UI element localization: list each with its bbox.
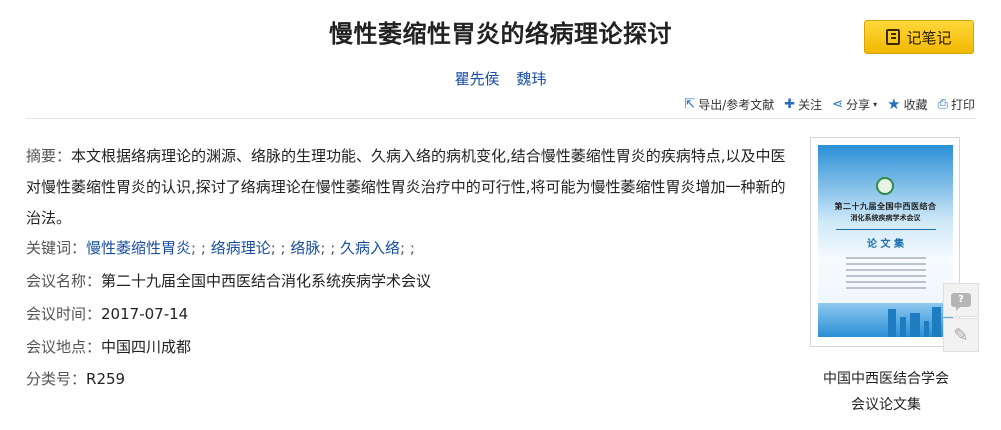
export-citation-button[interactable]: ⇱ 导出/参考文献 [684,96,774,113]
header-divider [26,118,976,119]
keywords-row: 关键词：慢性萎缩性胃炎; ; 络病理论; ; 络脉; ; 久病入络; ; [26,239,415,257]
cover-title-line3: 论 文 集 [867,239,904,250]
print-label: 打印 [950,98,975,112]
cover-fine-text [846,275,926,277]
favorite-button[interactable]: ★ 收藏 [887,96,927,113]
share-icon: ⋖ [832,97,844,112]
edit-pencil-icon: ✎ [953,324,969,346]
edit-button[interactable]: ✎ [943,318,979,352]
share-dropdown[interactable]: ⋖ 分享 ▾ [832,96,877,113]
author-list: 瞿先侯 魏玮 [0,68,1001,89]
keywords-label: 关键词： [26,239,87,257]
article-toolbar: ⇱ 导出/参考文献 ✚ 关注 ⋖ 分享 ▾ ★ 收藏 ⎙ 打印 [684,96,975,113]
star-icon: ★ [887,95,901,113]
conference-date-value: 2017-07-14 [101,305,189,323]
author-link[interactable]: 瞿先侯 [455,70,500,88]
abstract-text: 本文根据络病理论的渊源、络脉的生理功能、久病入络的病机变化,结合慢性萎缩性胃炎的… [26,147,786,227]
proceedings-cover-image[interactable]: 第二十九届全国中西医结合 消化系统疾病学术会议 论 文 集 [818,145,953,337]
article-title: 慢性萎缩性胃炎的络病理论探讨 [329,20,672,48]
proceedings-title-line1: 中国中西医结合学会 [823,371,949,387]
proceedings-title-line2: 会议论文集 [851,397,921,413]
conference-place-row: 会议地点：中国四川成都 [26,336,191,357]
conference-name-row: 会议名称：第二十九届全国中西医结合消化系统疾病学术会议 [26,270,431,291]
printer-icon: ⎙ [937,97,948,112]
author-link[interactable]: 魏玮 [516,70,546,88]
follow-label: 关注 [798,98,823,112]
society-emblem-icon [876,177,894,195]
conference-place-label: 会议地点： [26,338,102,356]
cover-fine-text [846,263,926,265]
cover-title-line1: 第二十九届全国中西医结合 [834,201,937,211]
conference-date-label: 会议时间： [26,305,102,323]
keyword-link[interactable]: 络病理论 [211,239,271,257]
take-note-label: 记笔记 [906,28,952,47]
comment-button[interactable]: ? [943,283,979,317]
export-label: 导出/参考文献 [698,98,775,112]
chevron-down-icon: ▾ [873,100,878,109]
abstract: 摘要：本文根据络病理论的渊源、络脉的生理功能、久病入络的病机变化,结合慢性萎缩性… [26,141,796,234]
classification-value: R259 [86,370,126,388]
print-button[interactable]: ⎙ 打印 [938,96,975,113]
abstract-label: 摘要： [26,147,72,165]
conference-name-label: 会议名称： [26,272,102,290]
cover-skyline [818,303,953,337]
classification-label: 分类号： [26,370,87,388]
keyword-link[interactable]: 久病入络 [340,239,400,257]
plus-icon: ✚ [784,97,796,112]
conference-name-value: 第二十九届全国中西医结合消化系统疾病学术会议 [101,272,432,290]
cover-fine-text [846,287,926,289]
cover-fine-text [846,257,926,259]
export-icon: ⇱ [684,97,696,112]
proceedings-title[interactable]: 中国中西医结合学会 会议论文集 [800,366,972,418]
favorite-label: 收藏 [903,98,928,112]
classification-row: 分类号：R259 [26,368,125,389]
cover-title-line2: 消化系统疾病学术会议 [850,213,921,222]
take-note-button[interactable]: 记笔记 [864,20,974,54]
comment-icon: ? [951,293,971,311]
cover-fine-text [846,281,926,283]
share-label: 分享 [846,98,871,112]
notebook-icon [886,29,901,45]
keyword-link[interactable]: 慢性萎缩性胃炎 [86,239,191,257]
conference-place-value: 中国四川成都 [101,338,192,356]
conference-date-row: 会议时间：2017-07-14 [26,303,188,324]
cover-rule [836,229,936,230]
cover-fine-text [846,269,926,271]
keyword-link[interactable]: 络脉 [290,239,320,257]
follow-button[interactable]: ✚ 关注 [784,96,822,113]
